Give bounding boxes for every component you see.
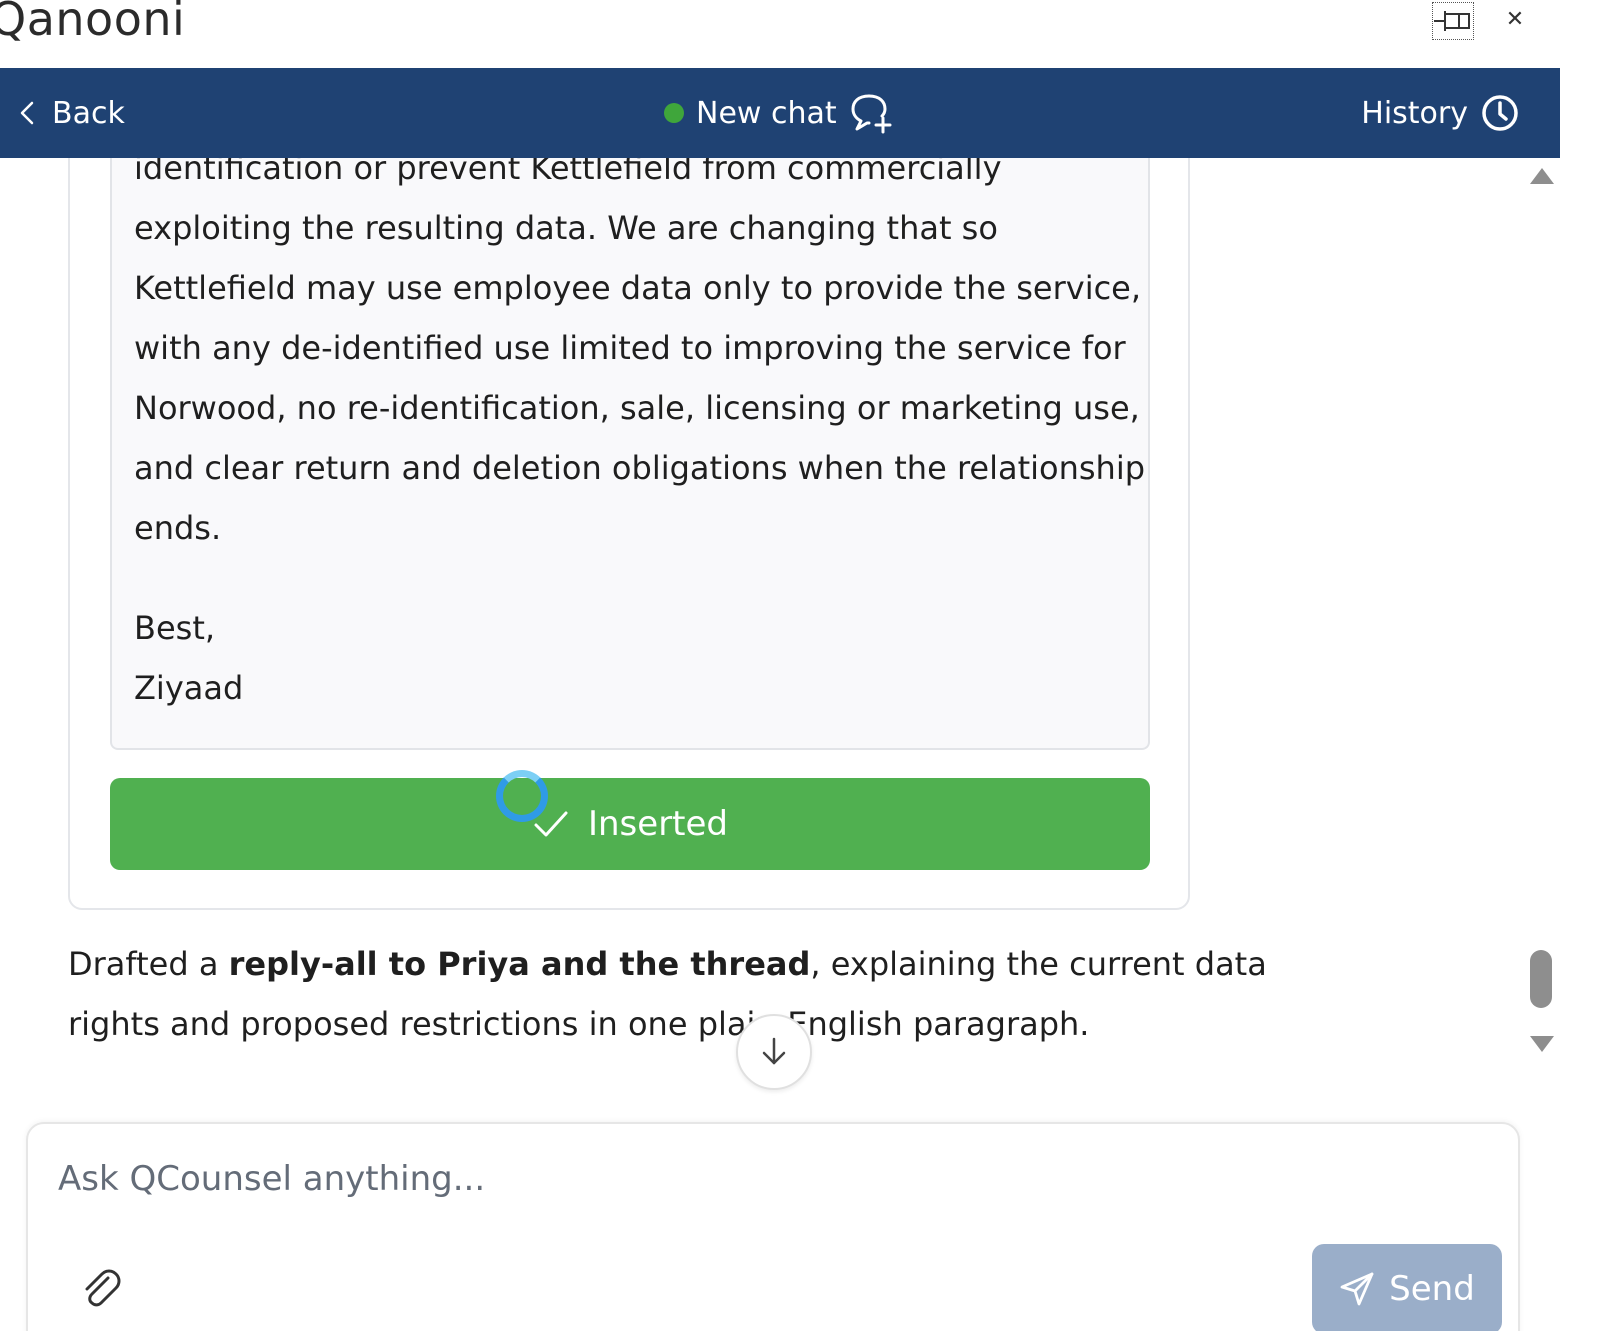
history-label: History: [1361, 95, 1468, 131]
pin-button[interactable]: [1432, 2, 1474, 40]
new-chat-button[interactable]: New chat: [664, 90, 893, 136]
arrow-down-icon: [762, 1037, 786, 1065]
inserted-button[interactable]: Inserted: [110, 778, 1150, 870]
history-clock-icon: [1482, 95, 1518, 131]
paperclip-icon: [85, 1269, 121, 1307]
scroll-to-bottom-button[interactable]: [736, 1014, 812, 1090]
chat-area[interactable]: identification or prevent Kettlefield fr…: [0, 158, 1522, 1120]
ask-input[interactable]: [58, 1154, 1258, 1204]
assistant-summary: Drafted a reply-all to Priya and the thr…: [68, 934, 1368, 1054]
send-icon: [1340, 1272, 1374, 1306]
close-icon: ✕: [1505, 6, 1525, 32]
email-line: Kettlefield may use employee data only t…: [134, 269, 1142, 307]
draft-card: identification or prevent Kettlefield fr…: [68, 158, 1190, 910]
pin-icon: [1434, 11, 1470, 31]
email-draft: identification or prevent Kettlefield fr…: [110, 158, 1150, 750]
scroll-up-arrow[interactable]: [1530, 168, 1554, 184]
history-button[interactable]: History: [1361, 90, 1520, 136]
email-line: identification or prevent Kettlefield fr…: [134, 158, 1002, 187]
status-dot: [664, 103, 684, 123]
back-label: Back: [52, 95, 125, 131]
inserted-label: Inserted: [587, 804, 729, 844]
email-signature: Ziyaad: [134, 669, 244, 707]
email-line: exploiting the resulting data. We are ch…: [134, 209, 998, 247]
chat-scrollbar[interactable]: [1522, 158, 1560, 1063]
title-bar: Qanooni ✕: [0, 0, 1600, 68]
send-button[interactable]: Send: [1312, 1244, 1502, 1331]
attach-button[interactable]: [78, 1266, 122, 1310]
chevron-left-icon: [20, 101, 34, 125]
message-composer: Send: [26, 1122, 1520, 1331]
email-line: with any de-identified use limited to im…: [134, 329, 1126, 367]
new-chat-icon: [851, 94, 892, 134]
spinner-icon: [496, 770, 548, 822]
email-line: Norwood, no re-identification, sale, lic…: [134, 389, 1140, 427]
back-button[interactable]: Back: [16, 92, 125, 134]
summary-prefix: Drafted a: [68, 945, 229, 983]
email-line: ends.: [134, 509, 222, 547]
close-button[interactable]: ✕: [1500, 4, 1530, 34]
new-chat-label: New chat: [696, 95, 837, 131]
send-label: Send: [1389, 1269, 1475, 1309]
email-gap: [134, 558, 1148, 598]
email-signoff: Best,: [134, 609, 216, 647]
scroll-down-arrow[interactable]: [1530, 1036, 1554, 1052]
scroll-thumb[interactable]: [1530, 950, 1552, 1008]
app-title: Qanooni: [0, 0, 186, 46]
email-line: and clear return and deletion obligation…: [134, 449, 1146, 487]
summary-bold: reply-all to Priya and the thread: [228, 945, 811, 983]
nav-bar: Back New chat History: [0, 68, 1560, 158]
